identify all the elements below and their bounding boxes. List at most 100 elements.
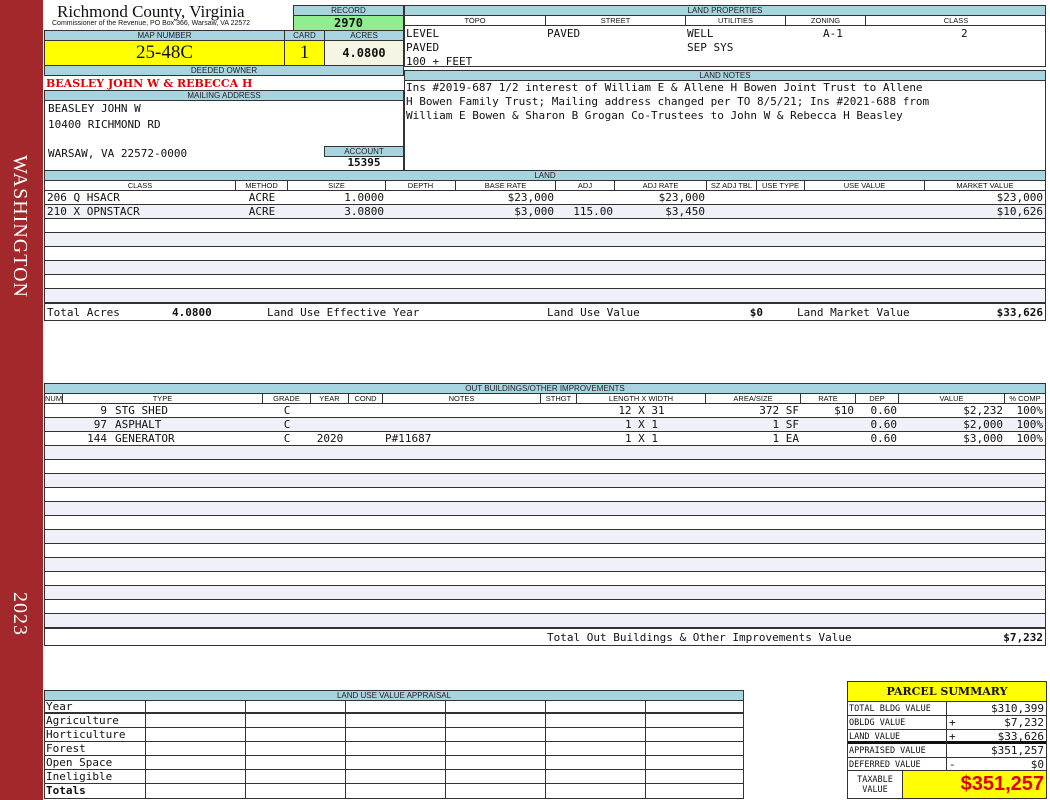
outbuilding-col-header: COND bbox=[349, 394, 383, 404]
land-col-header: CLASS bbox=[45, 181, 236, 191]
land-use-row: Horticulture bbox=[45, 728, 743, 742]
land-use-row: Agriculture bbox=[45, 714, 743, 728]
parcel-summary: TOTAL BLDG VALUE $310,399 OBLDG VALUE + $7,2… bbox=[847, 701, 1047, 772]
summary-label: OBLDG VALUE bbox=[849, 718, 906, 728]
land-market-value: $33,626 bbox=[996, 306, 1043, 319]
land-use-cell bbox=[545, 770, 546, 784]
outbuilding-col-header: % COMP bbox=[1005, 394, 1045, 404]
acres-value: 4.0800 bbox=[324, 40, 404, 66]
outbuilding-cell: 100% bbox=[1016, 418, 1044, 431]
outbuilding-cell: 100% bbox=[1016, 404, 1044, 417]
outbuildings-table: NUM TYPE GRADE YEAR COND NOTES STHGT LENGTH X W… bbox=[44, 393, 1046, 646]
outbuilding-cell: 1 EA bbox=[772, 432, 800, 445]
outbuilding-cell: 9 bbox=[100, 404, 107, 417]
land-use-cell bbox=[645, 714, 646, 728]
outbuilding-row bbox=[45, 614, 1045, 628]
outbuilding-cell: C bbox=[283, 404, 291, 417]
land-use-value-label: Land Use Value bbox=[547, 306, 640, 319]
outbuilding-cell: 144 bbox=[87, 432, 107, 445]
land-use-row-label: Forest bbox=[46, 742, 86, 755]
land-use-cell bbox=[145, 728, 146, 742]
land-row bbox=[45, 275, 1045, 289]
land-col-header: BASE RATE bbox=[456, 181, 556, 191]
col-zoning: ZONING bbox=[786, 16, 866, 26]
summary-operator: + bbox=[949, 716, 956, 729]
note-line: H Bowen Family Trust; Mailing address ch… bbox=[406, 95, 930, 108]
land-properties-table: TOPO STREET UTILITIES ZONING CLASS LEVEL… bbox=[404, 15, 1046, 68]
summary-divider bbox=[946, 744, 950, 758]
land-use-cell bbox=[645, 784, 646, 798]
land-use-cell bbox=[445, 700, 446, 714]
outbuilding-cell: $3,000 bbox=[963, 432, 1003, 445]
map-number: 25-48C bbox=[44, 40, 285, 66]
outbuilding-row bbox=[45, 446, 1045, 460]
land-use-cell bbox=[445, 714, 446, 728]
land-cell: ACRE bbox=[248, 205, 276, 218]
land-col-header: USE VALUE bbox=[805, 181, 925, 191]
outbuilding-cell: $2,232 bbox=[963, 404, 1003, 417]
summary-label: APPRAISED VALUE bbox=[849, 746, 926, 756]
summary-operator: + bbox=[949, 730, 956, 743]
outbuilding-cell: P#11687 bbox=[385, 432, 432, 445]
topo-value: PAVED bbox=[406, 41, 440, 54]
land-use-value: $0 bbox=[749, 306, 763, 319]
outbuilding-row: 144 GENERATOR C 2020 P#11687 1 X 1 1 EA 0.60 $3,… bbox=[45, 432, 1045, 446]
land-use-cell bbox=[245, 742, 246, 756]
land-use-cell bbox=[345, 714, 346, 728]
outbuilding-col-header: DEP bbox=[856, 394, 899, 404]
land-col-header: MARKET VALUE bbox=[925, 181, 1045, 191]
land-use-cell bbox=[145, 700, 146, 714]
note-line: Ins #2019-687 1/2 interest of William E … bbox=[406, 81, 923, 94]
land-use-cell bbox=[545, 700, 546, 714]
summary-row: OBLDG VALUE + $7,232 bbox=[848, 716, 1046, 730]
taxable-value: $351,257 bbox=[902, 770, 1047, 799]
outbuilding-row bbox=[45, 460, 1045, 474]
outbuilding-col-header: VALUE bbox=[899, 394, 1005, 404]
office-address: Commissioner of the Revenue, PO Box 366,… bbox=[52, 20, 251, 27]
land-row bbox=[45, 233, 1045, 247]
land-use-cell bbox=[245, 770, 246, 784]
outbuilding-cell: 1 X 1 bbox=[624, 432, 659, 445]
land-cell: 1.0000 bbox=[344, 191, 384, 204]
outbuilding-cell: 372 SF bbox=[759, 404, 799, 417]
land-col-header: SZ ADJ TBL bbox=[707, 181, 757, 191]
land-use-cell bbox=[645, 742, 646, 756]
land-use-cell bbox=[145, 756, 146, 770]
land-col-header: METHOD bbox=[236, 181, 288, 191]
land-cell: $23,000 bbox=[658, 191, 705, 204]
total-acres: 4.0800 bbox=[172, 306, 212, 319]
outbuilding-col-header: LENGTH X WIDTH bbox=[577, 394, 706, 404]
total-acres-label: Total Acres bbox=[47, 306, 120, 319]
summary-divider bbox=[946, 702, 950, 716]
outbuilding-col-header: TYPE bbox=[63, 394, 263, 404]
land-use-cell bbox=[145, 742, 146, 756]
tax-year: 2023 bbox=[9, 592, 31, 636]
outbuilding-cell: $2,000 bbox=[963, 418, 1003, 431]
summary-row: APPRAISED VALUE $351,257 bbox=[848, 744, 1046, 758]
land-use-cell bbox=[645, 728, 646, 742]
outbuilding-cell: 1 SF bbox=[772, 418, 800, 431]
outbuilding-col-header: NOTES bbox=[383, 394, 541, 404]
land-col-header: DEPTH bbox=[386, 181, 456, 191]
land-use-cell bbox=[145, 714, 146, 728]
land-cell: ACRE bbox=[248, 191, 276, 204]
land-use-cell bbox=[545, 756, 546, 770]
outbuilding-row bbox=[45, 544, 1045, 558]
outbuilding-cell: 2020 bbox=[316, 432, 344, 445]
outbuilding-cell: STG SHED bbox=[115, 404, 168, 417]
outbuilding-row bbox=[45, 558, 1045, 572]
utilities-value: SEP SYS bbox=[687, 41, 734, 54]
summary-value: $33,626 bbox=[997, 730, 1044, 743]
summary-row: TOTAL BLDG VALUE $310,399 bbox=[848, 702, 1046, 716]
land-col-header: SIZE bbox=[288, 181, 386, 191]
col-topo: TOPO bbox=[405, 16, 546, 26]
land-use-cell bbox=[345, 770, 346, 784]
address-line: WARSAW, VA 22572-0000 bbox=[48, 147, 188, 160]
land-cell: 210 X OPNSTACR bbox=[47, 205, 140, 218]
land-row: 210 X OPNSTACR ACRE 3.0800 $3,000 115.00 $3,4… bbox=[45, 205, 1045, 219]
land-use-cell bbox=[645, 756, 646, 770]
land-cell: $3,000 bbox=[514, 205, 554, 218]
land-use-row-label: Open Space bbox=[46, 756, 113, 769]
land-use-cell bbox=[245, 756, 246, 770]
land-use-row: Forest bbox=[45, 742, 743, 756]
